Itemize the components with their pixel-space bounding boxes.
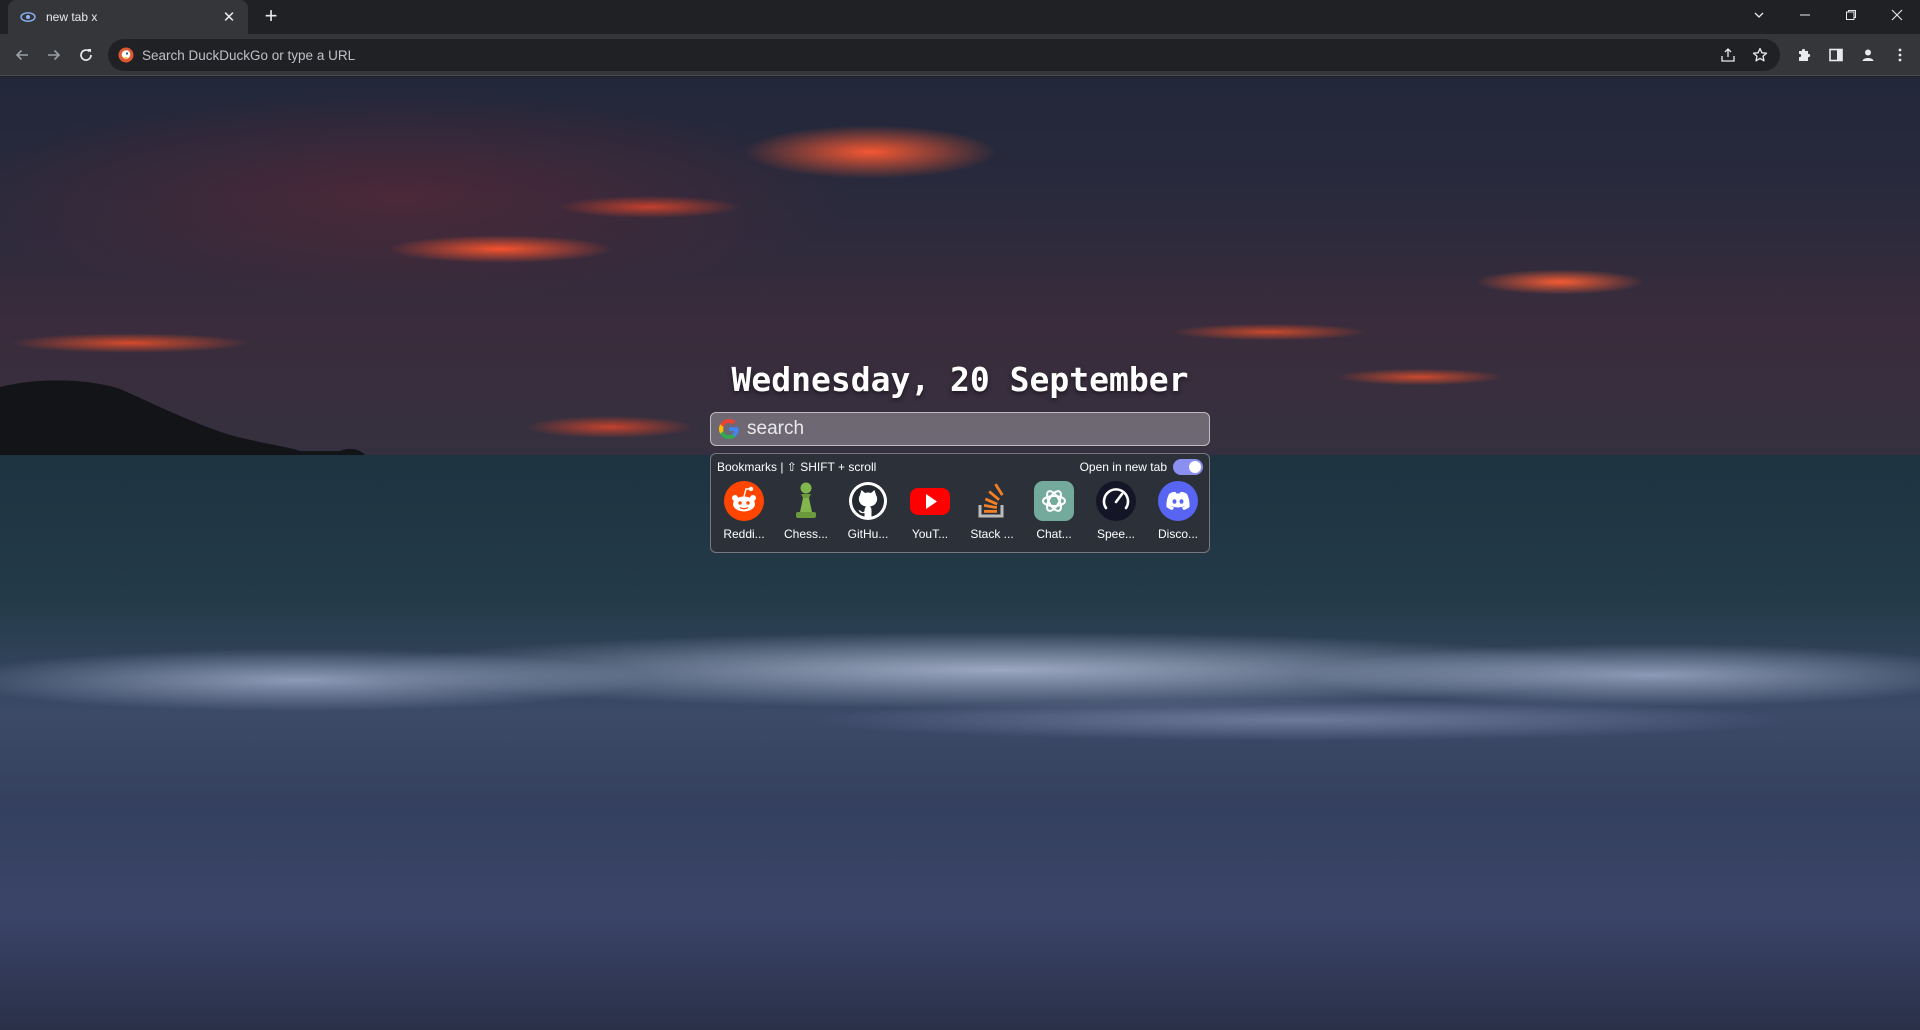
tab-close-button[interactable]: ✕: [220, 8, 238, 26]
bookmark-label: Disco...: [1157, 527, 1198, 541]
bookmark-github[interactable]: GitHu...: [838, 480, 898, 550]
bookmark-chess[interactable]: Chess...: [776, 480, 836, 550]
open-new-tab-setting: Open in new tab: [1080, 459, 1203, 475]
google-icon: [719, 419, 739, 439]
bookmarks-panel: Bookmarks | ⇧ SHIFT + scroll Open in new…: [710, 453, 1210, 553]
bookmark-youtube[interactable]: YouT...: [900, 480, 960, 550]
open-new-tab-toggle[interactable]: [1173, 459, 1203, 475]
chatgpt-icon: [1033, 480, 1075, 522]
arrow-right-icon: [48, 49, 61, 61]
tab-title: new tab x: [46, 10, 98, 24]
stackoverflow-icon: [971, 480, 1013, 522]
background-image: [0, 77, 1920, 1030]
arrow-left-icon: [15, 49, 28, 61]
forward-button[interactable]: [40, 41, 68, 69]
toolbar-actions: [1792, 43, 1912, 67]
browser-toolbar: [0, 34, 1920, 76]
profile-button[interactable]: [1856, 43, 1880, 67]
search-bar[interactable]: [710, 412, 1210, 446]
close-icon: [1891, 9, 1903, 21]
back-button[interactable]: [8, 41, 36, 69]
bookmark-label: Chess...: [783, 527, 828, 541]
bookmarks-hint: Bookmarks | ⇧ SHIFT + scroll: [717, 460, 877, 474]
bookmark-label: YouT...: [911, 527, 949, 541]
share-button[interactable]: [1716, 43, 1740, 67]
bookmark-reddit[interactable]: Reddi...: [714, 480, 774, 550]
side-panel-button[interactable]: [1824, 43, 1848, 67]
github-icon: [847, 480, 889, 522]
bookmark-label: Reddi...: [723, 527, 765, 541]
bookmarks-header: Bookmarks | ⇧ SHIFT + scroll Open in new…: [717, 458, 1203, 476]
address-bar[interactable]: [108, 39, 1780, 71]
duckduckgo-icon: [118, 47, 134, 63]
speedtest-icon: [1095, 480, 1137, 522]
restore-button[interactable]: [1828, 0, 1874, 30]
toggle-knob: [1189, 461, 1201, 473]
new-tab-button[interactable]: +: [258, 4, 284, 30]
puzzle-icon: [1799, 48, 1811, 61]
chevron-down-icon: [1754, 12, 1764, 18]
minimize-button[interactable]: [1782, 0, 1828, 30]
eye-icon: [20, 9, 36, 25]
tab-search-button[interactable]: [1736, 0, 1782, 30]
close-window-button[interactable]: [1874, 0, 1920, 30]
search-input[interactable]: [747, 413, 1209, 445]
minimize-icon: [1800, 14, 1810, 16]
restore-icon: [1846, 10, 1856, 20]
bookmarks-row: Reddi... Chess... GitHu... YouT... Stack…: [714, 480, 1208, 550]
reload-icon: [80, 49, 92, 61]
menu-button[interactable]: [1888, 43, 1912, 67]
star-icon: [1752, 47, 1768, 62]
share-icon: [1721, 48, 1735, 62]
side-panel-icon: [1829, 48, 1843, 62]
address-input[interactable]: [142, 39, 1780, 71]
bookmark-star-button[interactable]: [1748, 43, 1772, 67]
date-heading: Wednesday, 20 September: [731, 360, 1189, 399]
chess-pawn-icon: [785, 480, 827, 522]
bookmark-stackoverflow[interactable]: Stack ...: [962, 480, 1022, 550]
open-new-tab-label: Open in new tab: [1079, 460, 1167, 474]
bookmark-label: GitHu...: [847, 527, 889, 541]
kebab-menu-icon: [1898, 48, 1902, 62]
discord-icon: [1157, 480, 1199, 522]
new-tab-page: Wednesday, 20 September Bookmarks | ⇧ SH…: [0, 77, 1920, 1030]
youtube-icon: [909, 480, 951, 522]
bookmark-label: Chat...: [1036, 527, 1072, 541]
bookmark-label: Stack ...: [970, 527, 1014, 541]
bookmark-label: Spee...: [1096, 527, 1136, 541]
tab-active[interactable]: new tab x ✕: [8, 0, 248, 34]
bookmark-discord[interactable]: Disco...: [1148, 480, 1208, 550]
avatar-icon: [1862, 49, 1874, 61]
window-controls: [1736, 0, 1920, 30]
reload-button[interactable]: [72, 41, 100, 69]
extensions-button[interactable]: [1792, 43, 1816, 67]
reddit-icon: [723, 480, 765, 522]
bookmark-chatgpt[interactable]: Chat...: [1024, 480, 1084, 550]
tab-strip: new tab x ✕ +: [0, 0, 1920, 34]
bookmark-speedtest[interactable]: Spee...: [1086, 480, 1146, 550]
